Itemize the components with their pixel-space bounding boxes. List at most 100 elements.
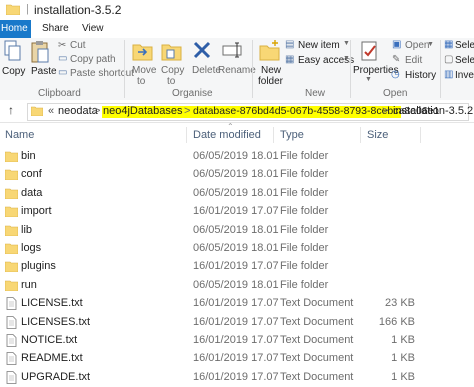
column-divider[interactable] [360, 127, 361, 143]
file-name: LICENSE.txt [21, 297, 83, 310]
file-row[interactable]: import 16/01/2019 17.07 File folder [0, 203, 474, 221]
copy-to-icon [161, 44, 182, 61]
file-date: 16/01/2019 17.07 [193, 334, 279, 346]
file-type: File folder [280, 168, 329, 181]
file-size: 166 KB [378, 315, 415, 328]
new-item-button[interactable]: New item [298, 40, 340, 51]
file-name: conf [21, 168, 42, 181]
edit-button[interactable]: Edit [405, 55, 422, 66]
select-all-icon: ▦ [444, 39, 454, 50]
select-all-button[interactable]: Select [455, 40, 474, 51]
history-icon: ◷ [391, 69, 400, 80]
column-divider[interactable] [273, 127, 274, 143]
file-row[interactable]: UPGRADE.txt 16/01/2019 17.07 Text Document… [0, 369, 474, 387]
file-row[interactable]: lib 06/05/2019 18.01 File folder [0, 222, 474, 240]
scissors-icon: ✂ [58, 40, 67, 51]
folder-icon [5, 170, 18, 181]
file-type: File folder [280, 205, 329, 218]
move-to-label: to [137, 76, 146, 87]
file-date: 06/05/2019 18.01 [193, 168, 279, 181]
paste-icon [31, 41, 49, 63]
move-to-icon [132, 44, 153, 61]
chevron-down-icon: ▼ [343, 55, 350, 62]
file-date: 16/01/2019 17.07 [193, 315, 279, 328]
select-none-button[interactable]: Select [455, 55, 474, 66]
copy-icon [4, 40, 21, 61]
cut-button[interactable]: Cut [70, 40, 86, 51]
file-row[interactable]: bin 06/05/2019 18.01 File folder [0, 148, 474, 166]
file-size: 1 KB [391, 334, 415, 346]
file-row[interactable]: data 06/05/2019 18.01 File folder [0, 185, 474, 203]
file-row[interactable]: logs 06/05/2019 18.01 File folder [0, 240, 474, 258]
title-separator: | [26, 3, 29, 15]
file-row[interactable]: conf 06/05/2019 18.01 File folder [0, 166, 474, 184]
overflow-crumb[interactable]: « [48, 105, 54, 117]
file-type: File folder [280, 150, 329, 162]
ribbon-divider [124, 40, 125, 98]
new-item-icon: ▤ [285, 39, 295, 50]
file-date: 06/05/2019 18.01 [193, 150, 279, 162]
new-folder-button[interactable]: New [261, 65, 281, 76]
open-icon: ▣ [392, 39, 402, 50]
edit-icon: ✎ [392, 54, 401, 65]
column-divider[interactable] [420, 127, 421, 143]
file-name: plugins [21, 260, 56, 273]
ribbon-tabs: Home Share View [0, 20, 474, 38]
open-button[interactable]: Open [405, 40, 429, 51]
tab-share[interactable]: Share [42, 20, 69, 38]
column-headers: Name Date modified Type Size [0, 125, 474, 145]
copy-to-button[interactable]: Copy [161, 65, 184, 76]
file-date: 16/01/2019 17.07 [193, 260, 279, 273]
new-folder-label: folder [258, 76, 284, 87]
copy-to-label: to [167, 76, 176, 87]
file-row[interactable]: LICENSES.txt 16/01/2019 17.07 Text Documen… [0, 314, 474, 332]
history-button[interactable]: History [405, 70, 436, 81]
file-name: lib [21, 223, 33, 236]
column-header-date[interactable]: Date modified [193, 129, 261, 141]
file-date: 06/05/2019 18.01 [193, 278, 279, 291]
file-type: File folder [280, 278, 329, 291]
invert-selection-button[interactable]: Invert [455, 70, 474, 81]
breadcrumb-neodata[interactable]: neodata [58, 105, 98, 117]
column-header-type[interactable]: Type [280, 129, 304, 141]
folder-icon [5, 243, 18, 254]
file-row[interactable]: LICENSE.txt 16/01/2019 17.07 Text Document… [0, 295, 474, 313]
copy-path-button[interactable]: Copy path [70, 54, 116, 65]
column-divider[interactable] [186, 127, 187, 143]
paste-shortcut-icon: ▭ [58, 67, 68, 78]
folder-icon [5, 151, 18, 162]
file-name: LICENSES.txt [21, 315, 91, 328]
file-size: 1 KB [391, 370, 415, 383]
file-date: 16/01/2019 17.07 [193, 352, 279, 365]
invert-selection-icon: ▥ [444, 69, 454, 80]
text-file-icon [6, 370, 17, 384]
breadcrumb-neo4jdatabases[interactable]: neo4jDatabases [103, 105, 183, 117]
paste-button[interactable]: Paste [31, 66, 57, 77]
delete-icon [193, 41, 211, 59]
tab-view[interactable]: View [82, 20, 104, 38]
folder-icon [5, 188, 18, 199]
move-to-button[interactable]: Move [132, 65, 156, 76]
address-bar[interactable]: « neodata > neo4jDatabases > database-87… [27, 103, 473, 121]
text-file-icon [6, 315, 17, 329]
file-name: bin [21, 150, 36, 162]
file-row[interactable]: NOTICE.txt 16/01/2019 17.07 Text Document 1… [0, 332, 474, 350]
tab-home[interactable]: Home [0, 20, 31, 38]
easy-access-icon: ▦ [285, 54, 295, 65]
ribbon-divider [350, 40, 351, 98]
file-name: README.txt [21, 352, 83, 365]
file-name: import [21, 205, 52, 218]
file-type: File folder [280, 242, 329, 254]
file-row[interactable]: run 06/05/2019 18.01 File folder [0, 277, 474, 295]
file-row[interactable]: README.txt 16/01/2019 17.07 Text Document 1… [0, 350, 474, 368]
rename-button[interactable]: Rename [218, 65, 256, 76]
folder-icon [5, 280, 18, 291]
delete-button[interactable]: Delete [192, 65, 221, 76]
column-header-size[interactable]: Size [367, 129, 388, 141]
copy-button[interactable]: Copy [2, 66, 25, 77]
breadcrumb-installation[interactable]: installation-3.5.2 [393, 105, 473, 117]
column-header-name[interactable]: Name [5, 129, 34, 141]
up-arrow-icon[interactable]: ↑ [8, 103, 14, 117]
folder-icon [5, 225, 18, 236]
file-row[interactable]: plugins 16/01/2019 17.07 File folder [0, 258, 474, 276]
